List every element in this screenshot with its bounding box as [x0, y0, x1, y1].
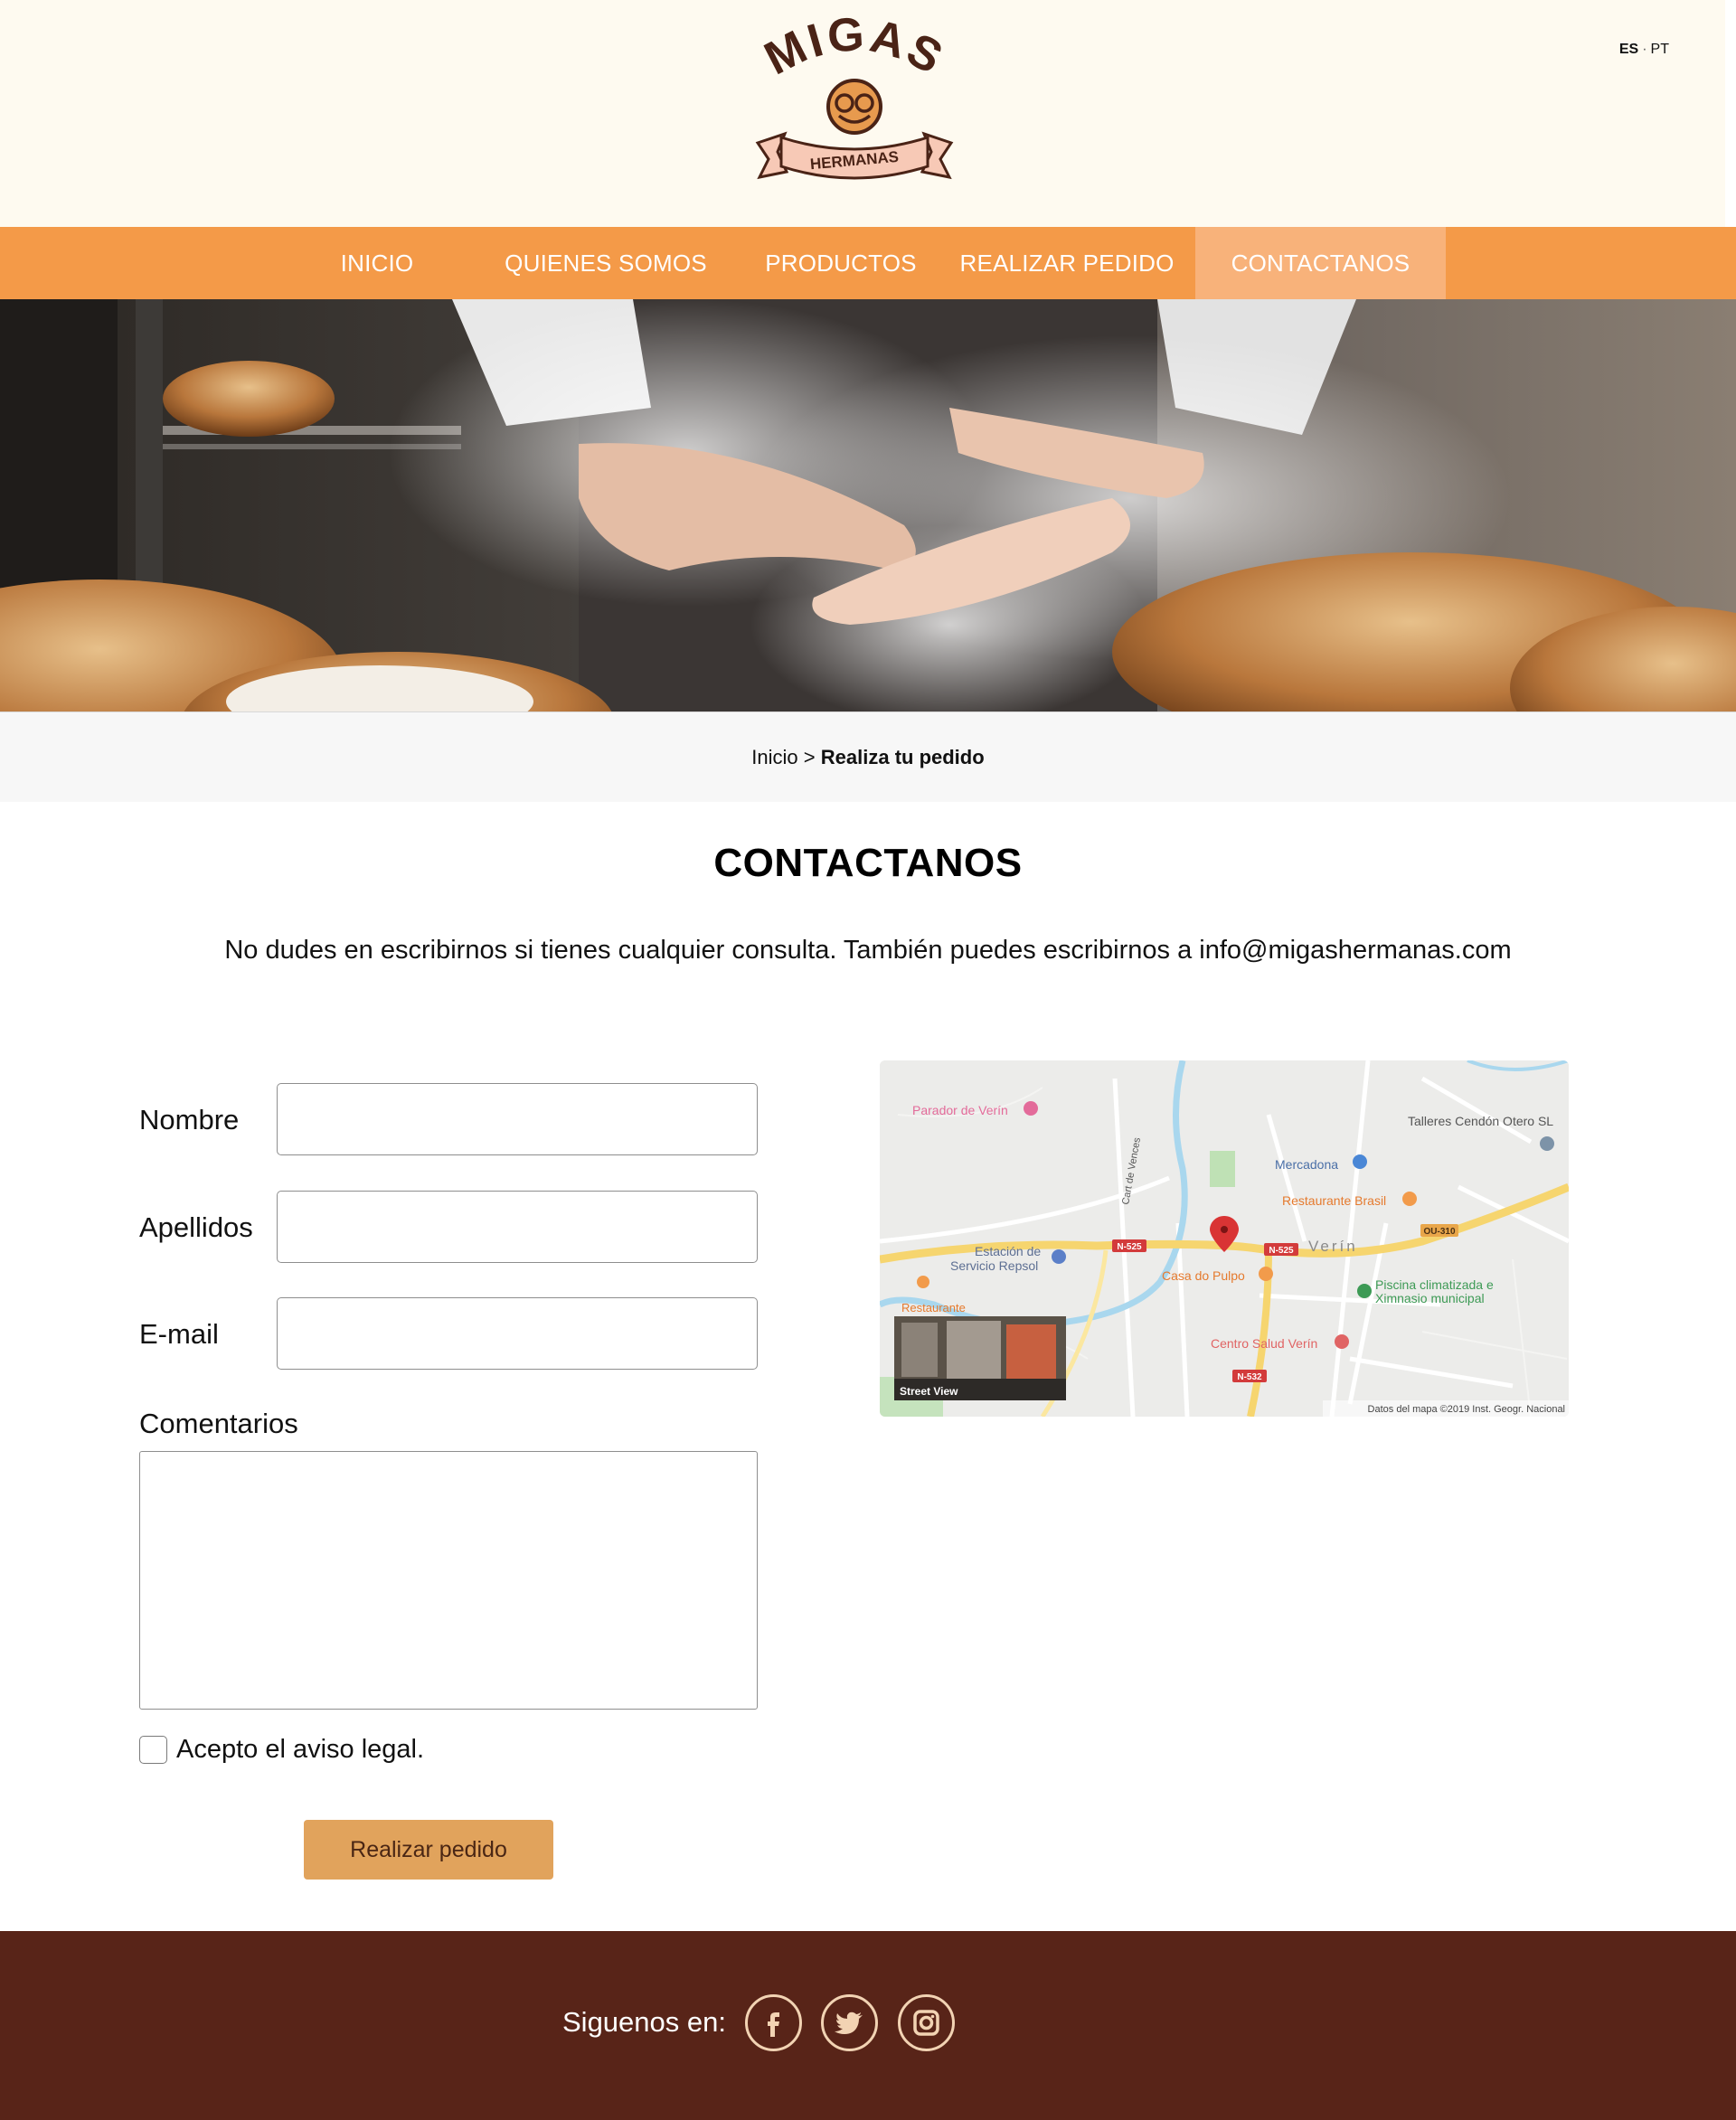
- svg-text:Servicio Repsol: Servicio Repsol: [950, 1258, 1038, 1273]
- svg-text:N-525: N-525: [1269, 1246, 1294, 1256]
- location-map[interactable]: N-525 N-525 OU-310 N-532 Parador de Verí…: [880, 1060, 1569, 1417]
- nav-quienes-somos[interactable]: QUIENES SOMOS: [492, 227, 720, 299]
- svg-text:Restaurante: Restaurante: [901, 1301, 966, 1314]
- nav-contactanos[interactable]: CONTACTANOS: [1195, 227, 1446, 299]
- lang-pt-link[interactable]: PT: [1651, 42, 1669, 57]
- facebook-icon: [768, 2012, 779, 2037]
- twitter-link[interactable]: [821, 1994, 878, 2051]
- breadcrumb-home-link[interactable]: Inicio: [751, 746, 797, 768]
- svg-text:Casa do Pulpo: Casa do Pulpo: [1162, 1268, 1245, 1283]
- comentarios-textarea[interactable]: [139, 1451, 758, 1710]
- svg-text:Mercadona: Mercadona: [1275, 1157, 1338, 1172]
- svg-text:Street View: Street View: [900, 1385, 958, 1398]
- nombre-label: Nombre: [139, 1104, 240, 1135]
- svg-text:Parador de Verín: Parador de Verín: [912, 1103, 1008, 1117]
- svg-text:N-532: N-532: [1237, 1372, 1262, 1382]
- language-switcher: ES · PT: [1619, 42, 1669, 58]
- main-nav: INICIO QUIENES SOMOS PRODUCTOS REALIZAR …: [0, 227, 1736, 299]
- follow-label: Siguenos en:: [562, 2006, 726, 2038]
- realizar-pedido-button[interactable]: Realizar pedido: [304, 1820, 553, 1880]
- svg-text:Restaurante Brasil: Restaurante Brasil: [1282, 1193, 1386, 1208]
- legal-checkbox[interactable]: [139, 1736, 167, 1764]
- lang-separator: ·: [1642, 42, 1647, 57]
- nombre-field[interactable]: [277, 1083, 758, 1155]
- instagram-link[interactable]: [898, 1994, 955, 2051]
- email-label: E-mail: [139, 1318, 219, 1350]
- breadcrumb-separator: >: [803, 746, 816, 768]
- hero-image-baker-flour: [0, 299, 1736, 711]
- apellidos-field[interactable]: [277, 1191, 758, 1263]
- instagram-icon: [913, 2010, 939, 2036]
- svg-text:Estación de: Estación de: [975, 1244, 1041, 1258]
- svg-text:Datos del mapa ©2019 Inst. Geo: Datos del mapa ©2019 Inst. Geogr. Nacion…: [1368, 1404, 1565, 1415]
- svg-text:MIGAS: MIGAS: [757, 16, 953, 86]
- svg-text:OU-310: OU-310: [1423, 1227, 1455, 1237]
- svg-text:Talleres Cendón Otero SL: Talleres Cendón Otero SL: [1408, 1114, 1553, 1128]
- apellidos-label: Apellidos: [139, 1211, 253, 1243]
- svg-text:Ximnasio municipal: Ximnasio municipal: [1375, 1291, 1485, 1305]
- migas-hermanas-logo[interactable]: MIGAS HERMANAS: [741, 16, 967, 197]
- nav-productos[interactable]: PRODUCTOS: [758, 227, 924, 299]
- breadcrumb-current: Realiza tu pedido: [820, 746, 985, 768]
- email-field[interactable]: [277, 1297, 758, 1370]
- svg-text:Centro Salud Verín: Centro Salud Verín: [1211, 1336, 1317, 1351]
- nav-realizar-pedido[interactable]: REALIZAR PEDIDO: [957, 227, 1177, 299]
- svg-text:Piscina climatizada e: Piscina climatizada e: [1375, 1277, 1494, 1292]
- nav-inicio[interactable]: INICIO: [306, 227, 448, 299]
- site-header: MIGAS HERMANAS ES · PT: [0, 0, 1725, 227]
- svg-text:N-525: N-525: [1117, 1242, 1142, 1252]
- breadcrumb: Inicio > Realiza tu pedido: [0, 711, 1736, 802]
- legal-label: Acepto el aviso legal.: [176, 1735, 425, 1764]
- page-title: CONTACTANOS: [713, 841, 1023, 885]
- svg-text:Verín: Verín: [1308, 1238, 1358, 1255]
- facebook-link[interactable]: [745, 1994, 802, 2051]
- lang-es-link[interactable]: ES: [1619, 42, 1638, 57]
- intro-text: No dudes en escribirnos si tienes cualqu…: [224, 936, 1512, 965]
- comentarios-label: Comentarios: [139, 1408, 298, 1439]
- twitter-icon: [835, 2012, 863, 2034]
